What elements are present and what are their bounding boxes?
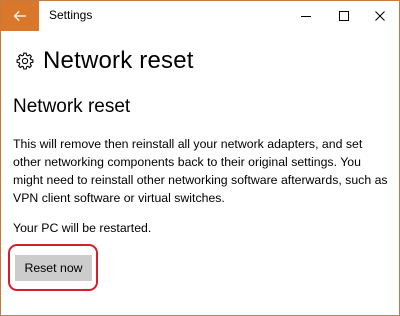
gear-icon (15, 51, 35, 71)
back-button[interactable] (1, 1, 39, 31)
page-title: Network reset (43, 47, 194, 74)
restart-note: Your PC will be restarted. (13, 221, 152, 235)
back-arrow-icon (13, 11, 26, 21)
settings-window: Settings Network reset Network reset Thi… (0, 0, 400, 316)
reset-now-button[interactable]: Reset now (15, 255, 92, 281)
maximize-button[interactable] (327, 1, 361, 31)
section-title: Network reset (13, 96, 131, 117)
close-button[interactable] (363, 1, 397, 31)
window-title: Settings (49, 8, 93, 22)
minimize-button[interactable] (289, 1, 323, 31)
close-icon (375, 11, 385, 21)
minimize-icon (301, 16, 311, 17)
title-bar: Settings (1, 1, 399, 31)
description-text: This will remove then reinstall all your… (13, 137, 388, 205)
maximize-icon (339, 11, 349, 21)
page-header: Network reset (15, 45, 194, 77)
